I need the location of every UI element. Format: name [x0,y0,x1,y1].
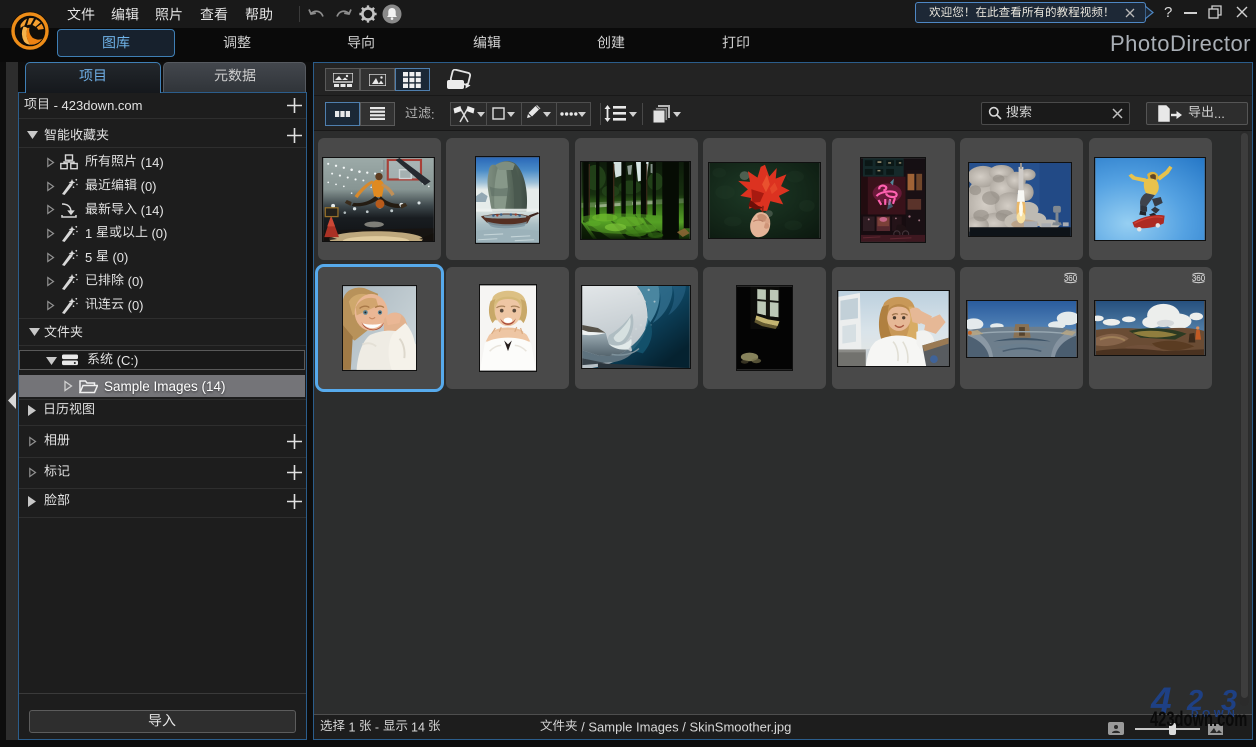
svg-text:360: 360 [1192,274,1206,283]
svg-text:360: 360 [1064,274,1078,283]
